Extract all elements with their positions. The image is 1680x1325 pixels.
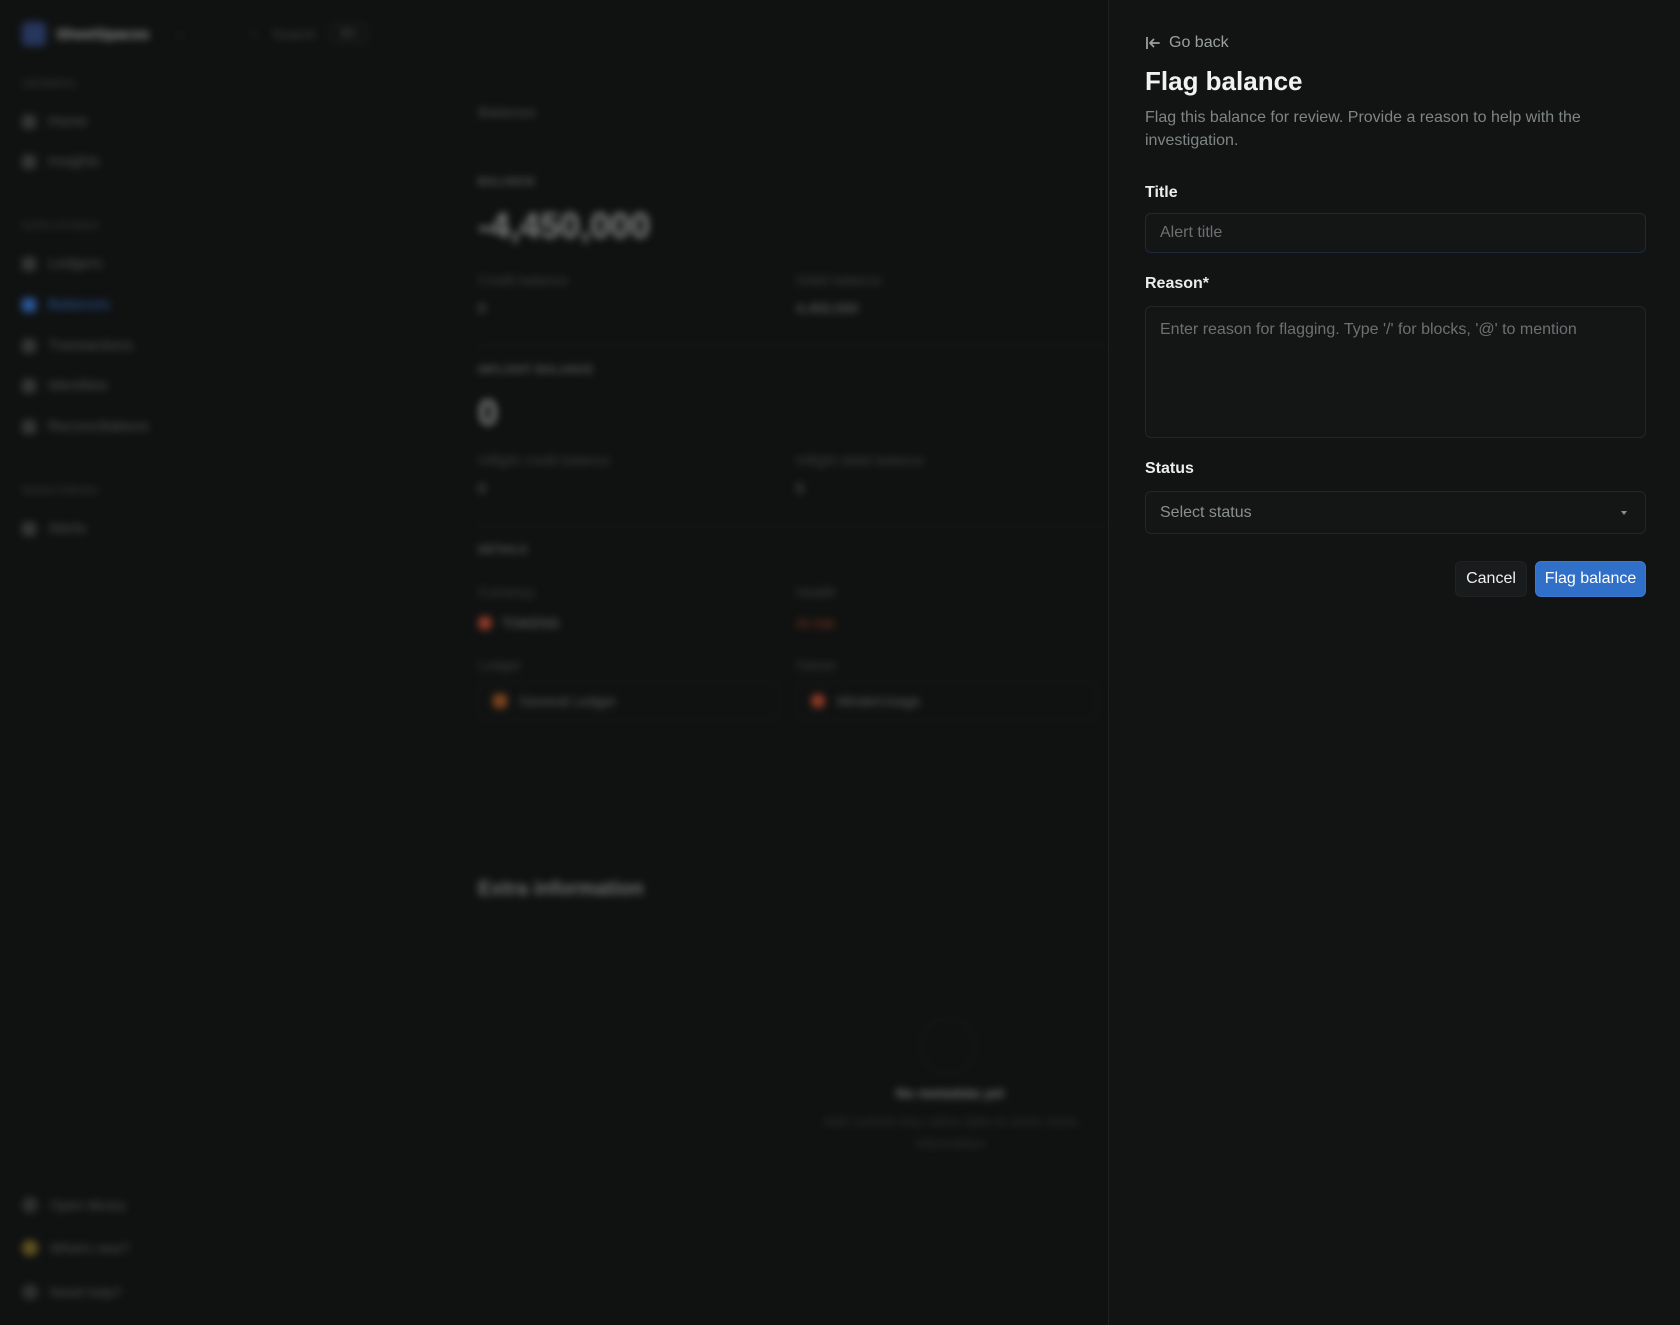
sparkle-icon <box>22 1240 38 1256</box>
go-back-button[interactable]: Go back <box>1145 34 1229 52</box>
sidebar-item-identities[interactable]: Identities <box>22 377 108 394</box>
status-select-value: Select status <box>1160 503 1252 521</box>
footer-item-whats-new[interactable]: What's new? <box>22 1240 130 1256</box>
credit-label: Credit balance <box>478 272 569 288</box>
inflight-credit-value: 0 <box>478 480 486 496</box>
sidebar-item-insights[interactable]: Insights <box>22 153 100 170</box>
panel-title: Flag balance <box>1145 66 1303 96</box>
workspace-name: SheetSpaces <box>56 25 150 43</box>
health-value: At risk <box>796 615 835 631</box>
sidebar-item-reconciliations[interactable]: Reconciliations <box>22 418 149 435</box>
background-app: SheetSpaces ⌄ GENERAL Home Insights DATA… <box>0 0 1108 1325</box>
inflight-debit-label: Inflight debit balance <box>796 452 925 468</box>
owner-link[interactable]: MinderUsage <box>796 682 1098 720</box>
chevron-down-icon[interactable]: ⌄ <box>175 26 185 40</box>
balance-value: -4,450,000 <box>478 205 651 246</box>
debit-label: Debit balance <box>796 272 882 288</box>
alert-title-input[interactable] <box>1145 213 1646 253</box>
extra-info-title: Extra information <box>478 878 644 900</box>
sidebar-item-home[interactable]: Home <box>22 113 88 130</box>
sidebar-item-transactions[interactable]: Transactions <box>22 337 133 354</box>
footer-item-help[interactable]: Need help? <box>22 1284 122 1300</box>
panel-description: Flag this balance for review. Provide a … <box>1145 109 1581 149</box>
inflight-credit-label: Inflight credit balance <box>478 452 611 468</box>
workspace-switcher[interactable]: SheetSpaces <box>22 22 149 46</box>
search-shortcut: ⌘K <box>330 24 367 43</box>
reason-textarea[interactable] <box>1145 306 1646 438</box>
caret-down-icon <box>1621 510 1627 515</box>
title-field-label: Title <box>1145 184 1178 201</box>
sidebar: SheetSpaces ⌄ GENERAL Home Insights DATA… <box>0 0 205 1325</box>
search-icon: ⌕ <box>250 25 258 41</box>
divider <box>478 345 1108 346</box>
search-bar[interactable]: ⌕ Search ⌘K <box>250 24 367 43</box>
ledger-label: Ledger <box>478 657 522 673</box>
arrow-left-icon <box>1145 36 1161 50</box>
balance-icon <box>22 297 36 312</box>
sidebar-item-ledgers[interactable]: Ledgers <box>22 255 102 272</box>
sidebar-item-balances[interactable]: Balances <box>22 296 110 313</box>
cancel-button[interactable]: Cancel <box>1455 561 1527 597</box>
section-label: MONITORING <box>22 485 99 497</box>
transactions-icon <box>22 338 36 353</box>
ledger-icon <box>22 256 36 271</box>
divider <box>478 525 1108 526</box>
sidebar-item-alerts[interactable]: Alerts <box>22 520 86 537</box>
empty-description: Add custom key value data to store extra… <box>823 1113 1077 1151</box>
reconcile-icon <box>22 419 36 434</box>
currency-label: Currency <box>478 584 535 600</box>
inflight-value: 0 <box>478 392 499 433</box>
status-select[interactable]: Select status <box>1145 491 1646 534</box>
health-label: Health <box>796 584 837 600</box>
flag-balance-button[interactable]: Flag balance <box>1535 561 1646 597</box>
go-back-label: Go back <box>1169 34 1229 51</box>
details-label: DETAILS <box>478 544 528 556</box>
inflight-label: INFLIGHT BALANCE <box>478 364 594 376</box>
owner-icon <box>811 694 825 708</box>
breadcrumb[interactable]: Balances <box>478 104 536 120</box>
identity-icon <box>22 378 36 393</box>
section-label: DATA STUDIO <box>22 220 100 232</box>
owner-label: Owner <box>796 657 838 673</box>
flag-balance-panel: Go back Flag balance Flag this balance f… <box>1108 0 1680 1325</box>
ledger-link[interactable]: General Ledger <box>478 682 780 720</box>
inflight-debit-value: 0 <box>796 480 804 496</box>
section-label: GENERAL <box>22 78 79 90</box>
status-field-label: Status <box>1145 460 1194 477</box>
debit-value: 4,450,000 <box>796 300 859 316</box>
library-icon <box>22 1197 38 1213</box>
empty-title: No metadata yet <box>895 1085 1005 1101</box>
reason-field-label: Reason* <box>1145 275 1210 292</box>
alert-icon <box>22 521 36 536</box>
metadata-icon <box>920 1018 976 1074</box>
workspace-logo <box>22 22 46 46</box>
help-icon <box>22 1284 38 1300</box>
ledger-icon <box>493 694 507 708</box>
currency-icon <box>478 616 492 630</box>
home-icon <box>22 114 36 129</box>
currency-chip: TOKENS <box>478 615 559 631</box>
insights-icon <box>22 154 36 169</box>
footer-item-library[interactable]: Open library <box>22 1197 126 1213</box>
search-label: Search <box>271 25 317 42</box>
credit-value: 0 <box>478 300 486 316</box>
balance-label: BALANCE <box>478 176 536 188</box>
